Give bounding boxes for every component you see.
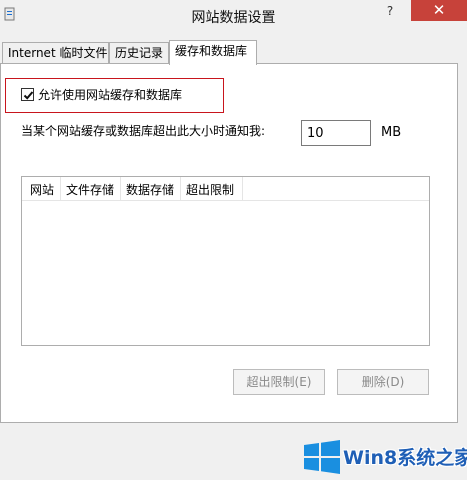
- tab-strip: Internet 临时文件 历史记录 缓存和数据库: [0, 40, 467, 65]
- column-header-over-limit[interactable]: 超出限制: [186, 181, 234, 198]
- tab-panel: 允许使用网站缓存和数据库 当某个网站缓存或数据库超出此大小时通知我: MB 网站…: [0, 63, 458, 423]
- tab-cache-and-databases[interactable]: 缓存和数据库: [169, 40, 257, 65]
- help-button[interactable]: ?: [370, 0, 410, 22]
- column-divider[interactable]: [242, 177, 243, 201]
- column-divider[interactable]: [180, 177, 181, 201]
- size-limit-input[interactable]: [301, 120, 371, 146]
- column-divider[interactable]: [60, 177, 61, 201]
- windows-logo-icon: [304, 440, 340, 474]
- check-mark-icon: [23, 91, 34, 100]
- notify-size-label: 当某个网站缓存或数据库超出此大小时通知我:: [21, 124, 266, 138]
- tab-internet-temp-files[interactable]: Internet 临时文件: [2, 42, 109, 64]
- close-button[interactable]: ✕: [411, 0, 467, 21]
- over-limit-button[interactable]: 超出限制(E): [233, 369, 325, 395]
- column-header-website[interactable]: 网站: [30, 181, 54, 198]
- size-unit-label: MB: [381, 125, 402, 140]
- website-data-list[interactable]: 网站 文件存储 数据存储 超出限制: [21, 176, 430, 346]
- list-header: 网站 文件存储 数据存储 超出限制: [22, 177, 429, 201]
- website-data-settings-dialog: 网站数据设置 ? ✕ Internet 临时文件 历史记录 缓存和数据库 允许使…: [0, 0, 467, 480]
- column-header-file-storage[interactable]: 文件存储: [66, 181, 114, 198]
- watermark-text: Win8系统之家: [343, 447, 467, 469]
- tab-history[interactable]: 历史记录: [109, 42, 169, 64]
- allow-cache-checkbox[interactable]: [21, 88, 34, 101]
- column-divider[interactable]: [120, 177, 121, 201]
- allow-cache-label: 允许使用网站缓存和数据库: [38, 88, 183, 102]
- title-bar: 网站数据设置 ? ✕: [0, 0, 467, 32]
- site-watermark: Win8系统之家: [301, 434, 467, 480]
- column-header-data-storage[interactable]: 数据存储: [126, 181, 174, 198]
- delete-button[interactable]: 删除(D): [337, 369, 429, 395]
